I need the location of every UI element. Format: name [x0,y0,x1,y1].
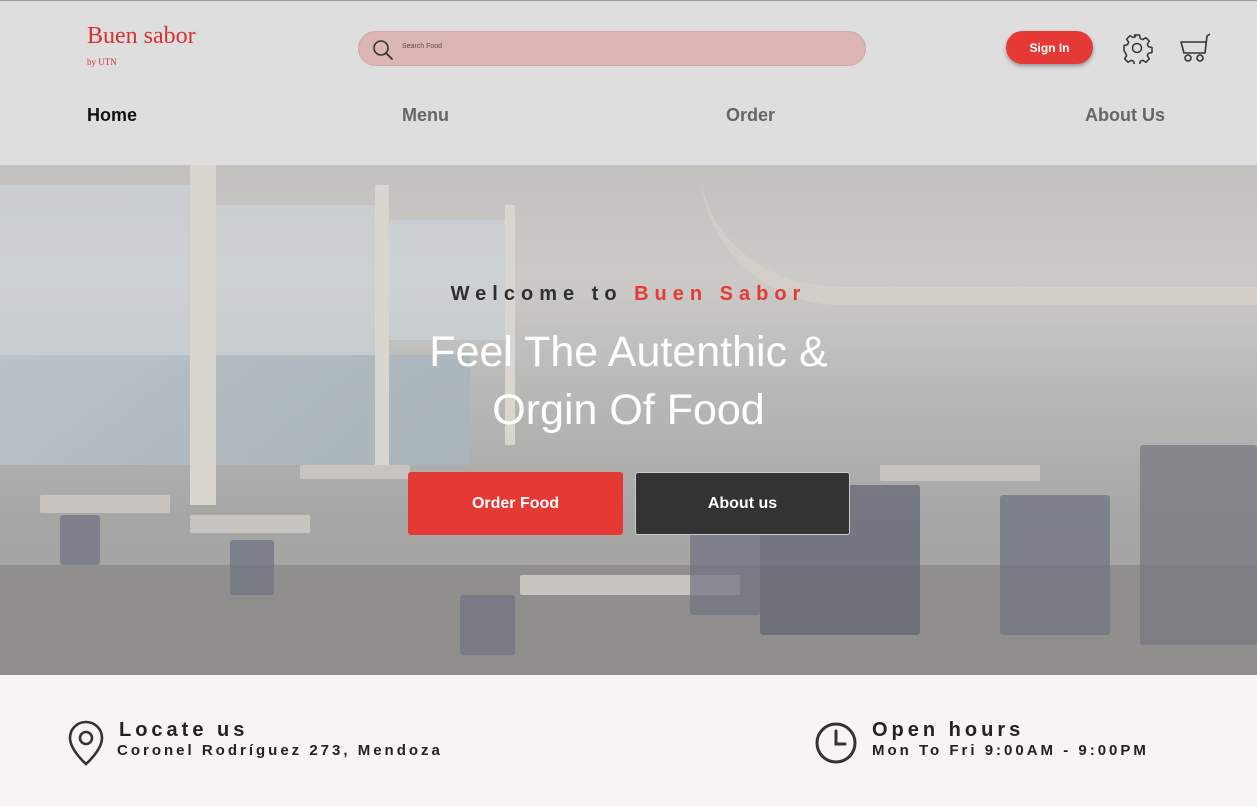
welcome-text: Welcome to Buen Sabor [0,283,1257,306]
welcome-prefix: Welcome to [450,283,623,305]
brand-name: Buen sabor [87,23,196,49]
search-input[interactable]: Search Food [402,43,442,50]
locate-address: Coronel Rodríguez 273, Mendoza [117,742,443,759]
header: Buen sabor by UTN Search Food Sign In Ho… [0,0,1257,165]
brand-logo[interactable]: Buen sabor by UTN [87,21,196,67]
sign-in-button[interactable]: Sign In [1006,31,1093,64]
hero-section: Welcome to Buen Sabor Feel The Autenthic… [0,165,1257,675]
search-icon[interactable] [371,38,395,62]
headline-line-2: Orgin Of Food [492,386,765,434]
locate-title: Locate us [119,719,249,741]
hours-title: Open hours [872,719,1025,741]
nav-about-us[interactable]: About Us [1085,105,1165,126]
order-food-button[interactable]: Order Food [408,472,623,535]
headline-line-1: Feel The Autenthic & [429,328,828,376]
welcome-brand: Buen Sabor [634,283,807,305]
hours-text: Mon To Fri 9:00AM - 9:00PM [872,742,1149,759]
gear-icon[interactable] [1121,32,1153,64]
search-bar[interactable]: Search Food [358,31,866,66]
cart-icon[interactable] [1177,31,1211,65]
nav-menu[interactable]: Menu [402,105,449,126]
about-us-button[interactable]: About us [635,472,850,535]
brand-subtitle: by UTN [87,57,117,67]
nav-home[interactable]: Home [87,105,137,126]
hero-headline: Feel The Autenthic & Orgin Of Food [0,323,1257,439]
location-pin-icon [68,720,104,766]
clock-icon [815,722,857,764]
nav-order[interactable]: Order [726,105,775,126]
